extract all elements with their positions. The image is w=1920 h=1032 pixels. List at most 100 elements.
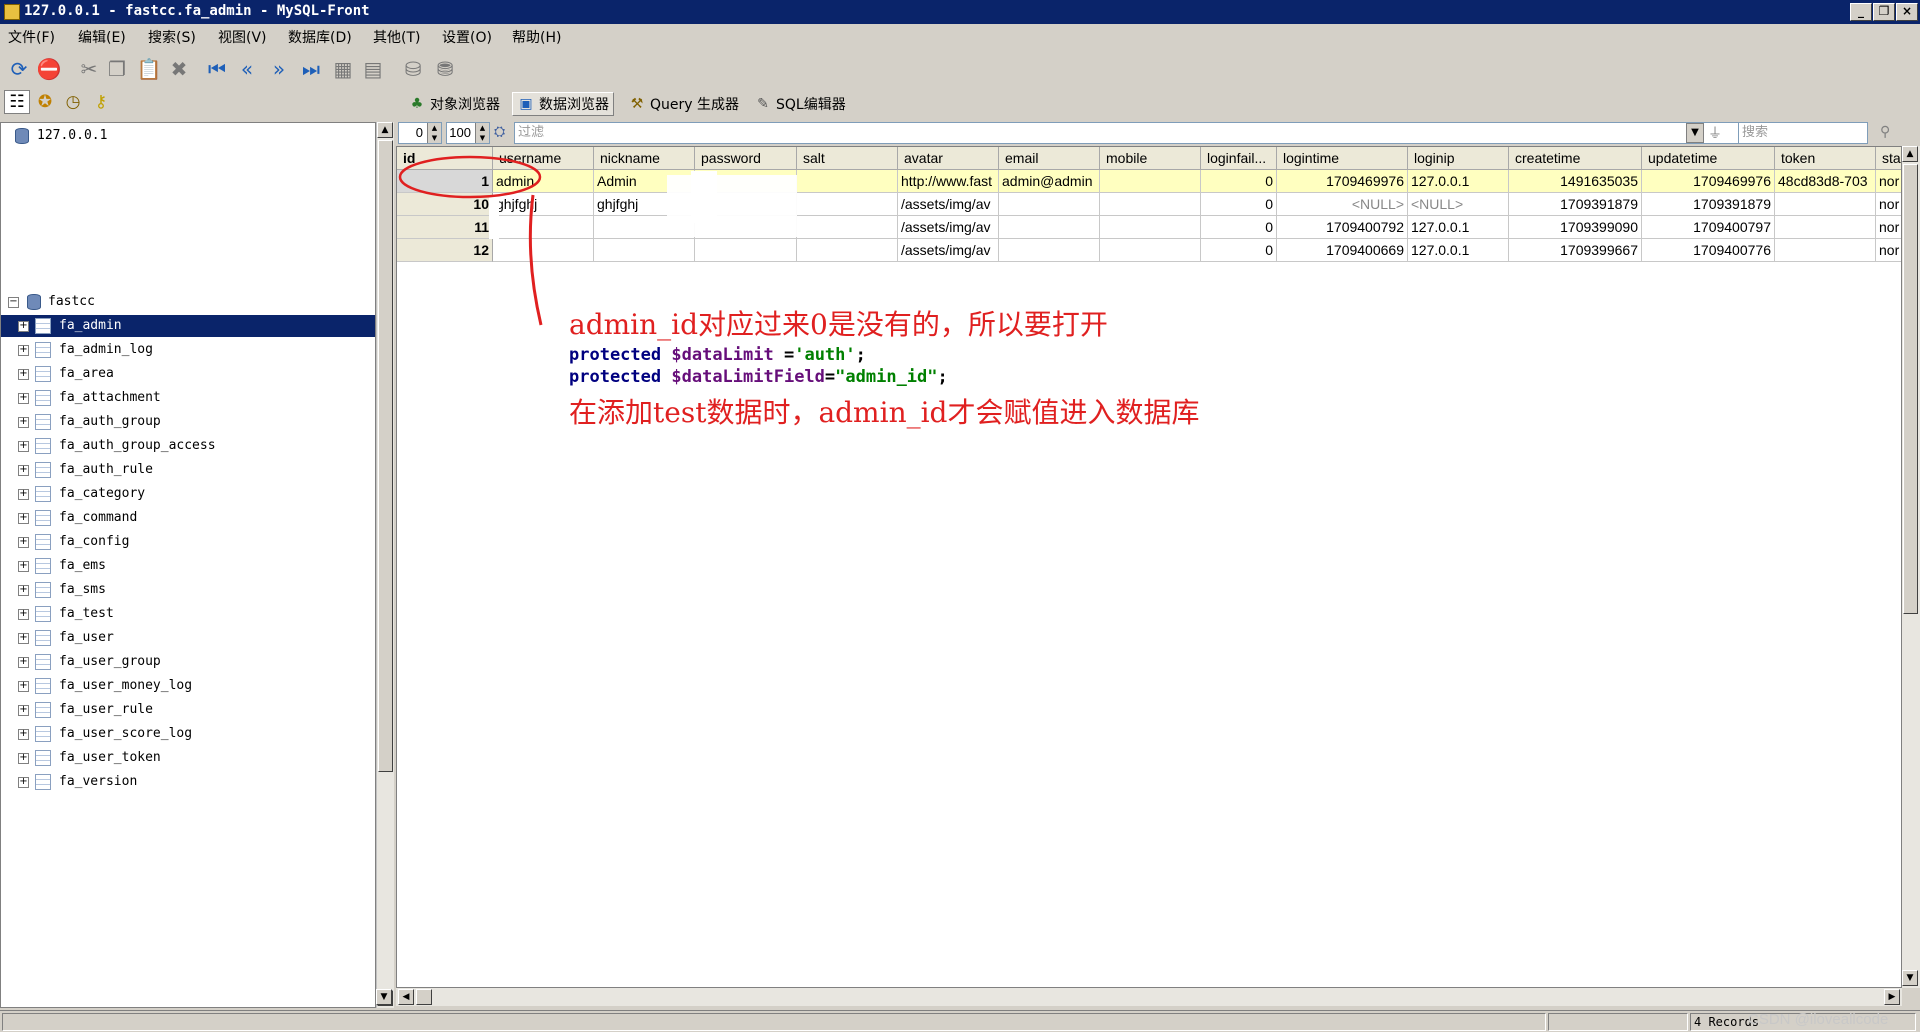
tree-table-fa_user_token[interactable]: + fa_user_token	[1, 747, 375, 769]
table-cell[interactable]: /assets/img/av	[898, 193, 999, 216]
grid-vscroll-thumb[interactable]	[1903, 164, 1918, 614]
column-header[interactable]: logintime	[1277, 147, 1408, 170]
collapse-icon[interactable]: −	[8, 297, 19, 308]
table-cell[interactable]	[695, 239, 797, 262]
column-header[interactable]: token	[1775, 147, 1876, 170]
table-cell[interactable]	[797, 170, 898, 193]
column-header[interactable]: password	[695, 147, 797, 170]
table-cell[interactable]	[999, 193, 1100, 216]
table-cell[interactable]: nor	[1876, 239, 1901, 262]
delete-row-icon[interactable]: ▤	[360, 56, 386, 82]
table-cell[interactable]	[1100, 216, 1201, 239]
menu-file[interactable]: 文件(F)	[8, 27, 55, 47]
rollback-icon[interactable]: ⛃	[432, 56, 458, 82]
tree-table-fa_user_score_log[interactable]: + fa_user_score_log	[1, 723, 375, 745]
table-cell[interactable]: 1709400776	[1642, 239, 1775, 262]
expand-icon[interactable]: +	[18, 609, 29, 620]
table-cell[interactable]: 0	[1201, 239, 1277, 262]
cut-icon[interactable]: ✂	[76, 56, 102, 82]
restore-button[interactable]: ❐	[1873, 3, 1895, 21]
prev-icon[interactable]: «	[234, 56, 260, 82]
tree-table-fa_test[interactable]: + fa_test	[1, 603, 375, 625]
column-header[interactable]: loginfail...	[1201, 147, 1277, 170]
expand-icon[interactable]: +	[18, 369, 29, 380]
tree-table-fa_config[interactable]: + fa_config	[1, 531, 375, 553]
table-cell[interactable]	[999, 239, 1100, 262]
table-cell[interactable]: 127.0.0.1	[1408, 216, 1509, 239]
table-cell[interactable]: 1709391879	[1509, 193, 1642, 216]
expand-icon[interactable]: +	[18, 657, 29, 668]
last-icon[interactable]: ⏭	[298, 56, 324, 82]
table-cell[interactable]	[797, 239, 898, 262]
table-cell[interactable]	[797, 193, 898, 216]
tab-sql-editor[interactable]: ✎ SQL编辑器	[750, 92, 850, 116]
table-cell[interactable]: 48cd83d8-703	[1775, 170, 1876, 193]
table-cell[interactable]	[1100, 193, 1201, 216]
expand-icon[interactable]: +	[18, 345, 29, 356]
tree-scroll-down-icon[interactable]: ▼	[376, 989, 392, 1005]
menu-edit[interactable]: 编辑(E)	[78, 27, 126, 47]
tree-table-fa_user_group[interactable]: + fa_user_group	[1, 651, 375, 673]
menu-settings[interactable]: 设置(O)	[442, 27, 492, 47]
tree-server[interactable]: 127.0.0.1	[1, 125, 375, 147]
table-cell[interactable]: 1709400797	[1642, 216, 1775, 239]
expand-icon[interactable]: +	[18, 465, 29, 476]
spin-arrows-icon[interactable]: ▲ ▼	[475, 123, 489, 143]
table-cell[interactable]	[1100, 170, 1201, 193]
funnel-icon[interactable]: ⏚	[1708, 123, 1726, 143]
expand-icon[interactable]: +	[18, 321, 29, 332]
table-cell[interactable]: /assets/img/av	[898, 239, 999, 262]
stop-icon[interactable]: ⛔	[36, 56, 62, 82]
menu-other[interactable]: 其他(T)	[373, 27, 420, 47]
refresh-icon[interactable]: ⟳	[6, 56, 32, 82]
grid-vertical-scrollbar[interactable]: ▲ ▼	[1902, 146, 1920, 988]
minimize-button[interactable]: _	[1850, 3, 1872, 21]
table-cell[interactable]: admin@admin	[999, 170, 1100, 193]
expand-icon[interactable]: +	[18, 489, 29, 500]
tab-data-browser[interactable]: ▣ 数据浏览器	[512, 92, 614, 116]
tree-table-fa_admin_log[interactable]: + fa_admin_log	[1, 339, 375, 361]
table-cell[interactable]: 1709399667	[1509, 239, 1642, 262]
column-header[interactable]: loginip	[1408, 147, 1509, 170]
favorites-icon[interactable]: ✪	[32, 90, 58, 114]
column-header[interactable]: createtime	[1509, 147, 1642, 170]
delete-icon[interactable]: ✖	[166, 56, 192, 82]
grid-horizontal-scrollbar[interactable]: ◀ ▶	[396, 988, 1902, 1006]
commit-icon[interactable]: ⛁	[400, 56, 426, 82]
table-cell[interactable]	[999, 216, 1100, 239]
tree-table-fa_user[interactable]: + fa_user	[1, 627, 375, 649]
column-header[interactable]: avatar	[898, 147, 999, 170]
column-header[interactable]: updatetime	[1642, 147, 1775, 170]
tree-table-fa_area[interactable]: + fa_area	[1, 363, 375, 385]
grid-scroll-up-icon[interactable]: ▲	[1902, 146, 1918, 162]
table-cell[interactable]: <NULL>	[1408, 193, 1509, 216]
tree-table-fa_user_money_log[interactable]: + fa_user_money_log	[1, 675, 375, 697]
spin-arrows-icon[interactable]: ▲ ▼	[427, 123, 441, 143]
grid-scroll-down-icon[interactable]: ▼	[1902, 970, 1918, 986]
table-cell[interactable]: 1709400792	[1277, 216, 1408, 239]
menu-view[interactable]: 视图(V)	[218, 27, 267, 47]
tree-table-fa_command[interactable]: + fa_command	[1, 507, 375, 529]
expand-icon[interactable]: +	[18, 537, 29, 548]
table-cell[interactable]: http://www.fast	[898, 170, 999, 193]
filter-input[interactable]: 过滤	[514, 122, 1804, 144]
table-cell[interactable]: 1709391879	[1642, 193, 1775, 216]
tree-table-fa_ems[interactable]: + fa_ems	[1, 555, 375, 577]
next-icon[interactable]: »	[266, 56, 292, 82]
expand-icon[interactable]: +	[18, 393, 29, 404]
search-input[interactable]: 搜索	[1738, 122, 1868, 144]
grid-scroll-right-icon[interactable]: ▶	[1884, 989, 1900, 1005]
tree-table-fa_version[interactable]: + fa_version	[1, 771, 375, 793]
tab-object-browser[interactable]: ♣ 对象浏览器	[404, 92, 504, 116]
filter-apply-icon[interactable]: ⛭	[494, 124, 512, 142]
column-header[interactable]: salt	[797, 147, 898, 170]
table-cell[interactable]: 1709469976	[1277, 170, 1408, 193]
table-cell[interactable]: 1709400669	[1277, 239, 1408, 262]
menu-search[interactable]: 搜索(S)	[148, 27, 196, 47]
table-cell[interactable]	[1775, 193, 1876, 216]
table-cell[interactable]	[797, 216, 898, 239]
offset-spinner[interactable]: 0 ▲ ▼	[398, 122, 442, 144]
tree-scrollbar[interactable]: ▲ ▼	[376, 122, 394, 1008]
limit-spinner[interactable]: 100 ▲ ▼	[446, 122, 490, 144]
tree-table-fa_auth_rule[interactable]: + fa_auth_rule	[1, 459, 375, 481]
